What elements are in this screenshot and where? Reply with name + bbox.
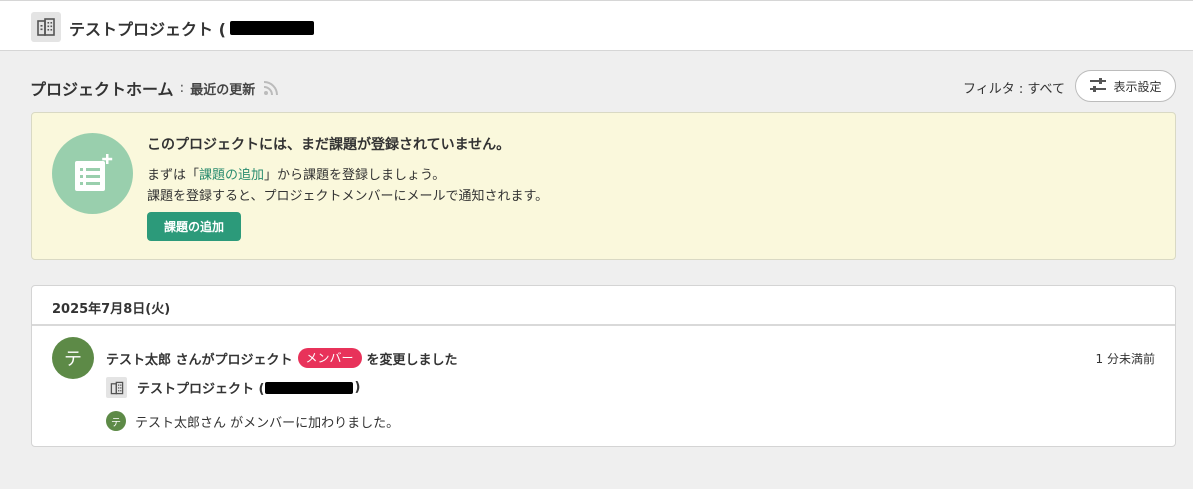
notice-line-1: まずは「課題の追加」から課題を登録しましょう。 bbox=[147, 164, 445, 183]
activity-summary: テスト太郎 さんがプロジェクト メンバー を変更しました bbox=[106, 348, 458, 368]
avatar[interactable]: テ bbox=[52, 337, 94, 379]
activity-project-name[interactable]: テストプロジェクト ( ) bbox=[137, 378, 360, 397]
avatar[interactable]: テ bbox=[106, 411, 126, 431]
activity-text-after: を変更しました bbox=[366, 352, 458, 368]
filter-status[interactable]: フィルタ : すべて bbox=[963, 78, 1065, 97]
display-settings-button[interactable]: 表示設定 bbox=[1075, 70, 1176, 102]
page-subtitle: 最近の更新 bbox=[190, 82, 256, 98]
member-badge: メンバー bbox=[297, 348, 362, 368]
notice-line-1-suffix: 」から課題を登録しましょう。 bbox=[264, 168, 446, 183]
activity-detail-text: テスト太郎さん がメンバーに加わりました。 bbox=[135, 415, 400, 431]
building-icon bbox=[31, 12, 61, 42]
project-title[interactable]: テストプロジェクト ( bbox=[69, 16, 314, 40]
notice-line-1-prefix: まずは「 bbox=[147, 168, 200, 183]
page-heading: プロジェクトホーム : 最近の更新 bbox=[30, 76, 279, 100]
activity-timestamp: 1 分未満前 bbox=[1095, 352, 1155, 366]
activity-project-name-prefix: テストプロジェクト ( bbox=[137, 382, 265, 397]
activity-project: テストプロジェクト ( ) bbox=[106, 377, 360, 398]
notice-line-2: 課題を登録すると、プロジェクトメンバーにメールで通知されます。 bbox=[147, 189, 549, 204]
notice-title: このプロジェクトには、まだ課題が登録されていません。 bbox=[147, 137, 511, 153]
add-issue-button[interactable]: 課題の追加 bbox=[147, 212, 241, 241]
activity-text-before: テスト太郎 さんがプロジェクト bbox=[106, 352, 293, 368]
activity-project-name-suffix: ) bbox=[354, 380, 361, 395]
project-title-text[interactable]: テストプロジェクト ( bbox=[69, 16, 226, 40]
add-issue-link[interactable]: 課題の追加 bbox=[199, 168, 264, 183]
date-header: 2025年7月8日(火) bbox=[32, 286, 1175, 326]
page-title: プロジェクトホーム bbox=[30, 80, 174, 99]
redacted-project-key bbox=[265, 381, 354, 394]
activity-date: 2025年7月8日(火) bbox=[52, 302, 171, 317]
add-list-icon bbox=[52, 133, 133, 214]
sliders-icon bbox=[1089, 77, 1107, 96]
rss-icon[interactable] bbox=[263, 80, 279, 96]
activity-feed: 2025年7月8日(火) テ テスト太郎 さんがプロジェクト メンバー を変更し… bbox=[31, 285, 1176, 447]
redacted-project-key bbox=[229, 21, 314, 35]
display-settings-label: 表示設定 bbox=[1113, 79, 1162, 94]
project-header: テストプロジェクト ( bbox=[0, 0, 1193, 51]
heading-separator: : bbox=[179, 80, 185, 96]
empty-issues-notice: このプロジェクトには、まだ課題が登録されていません。 まずは「課題の追加」から課… bbox=[31, 112, 1176, 260]
activity-detail: テ テスト太郎さん がメンバーに加わりました。 bbox=[106, 411, 399, 431]
building-icon bbox=[106, 377, 127, 398]
